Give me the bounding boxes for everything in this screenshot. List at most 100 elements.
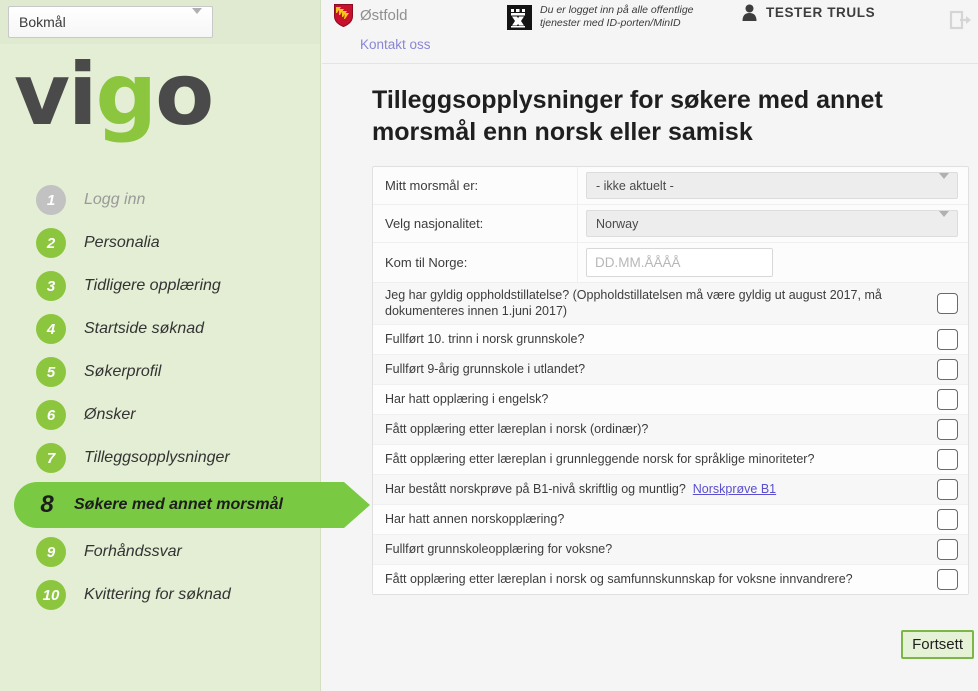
idporten-notice: Du er logget inn på alle offentlige tjen… [507,4,742,30]
contact-row: Kontakt oss [322,36,978,52]
sidebar-item-personalia[interactable]: 2 Personalia [0,224,320,262]
question-checkbox[interactable] [937,388,958,410]
application-window: Bokmål vigo 1 Logg inn 2 Personalia 3 Ti… [0,0,978,691]
sidebar-item-sokerprofil[interactable]: 5 Søkerprofil [0,353,320,391]
sidebar-item-tilleggsopplysninger[interactable]: 7 Tilleggsopplysninger [0,439,320,477]
county-brand: Østfold [322,4,507,28]
table-row: Har bestått norskprøve på B1-nivå skrift… [373,474,968,505]
idporten-line-1: Du er logget inn på alle offentlige [540,4,694,16]
logout-icon[interactable] [948,8,972,32]
vigo-logo[interactable]: vigo [0,44,320,170]
language-bar: Bokmål [0,0,320,44]
shield-coat-of-arms-icon [334,4,353,28]
sidebar-item-tidligere-opplaering[interactable]: 3 Tidligere opplæring [0,267,320,305]
step-number: 3 [36,271,66,301]
sidebar-item-label: Tilleggsopplysninger [84,449,230,466]
select-value: Norway [596,216,639,231]
idporten-text: Du er logget inn på alle offentlige tjen… [540,4,694,30]
question-text: Fått opplæring etter læreplan i grunnleg… [385,451,815,466]
idporten-line-2: tjenester med ID-porten/MinID [540,17,681,30]
sidebar-item-logg-inn[interactable]: 1 Logg inn [0,181,320,219]
main-content: Østfold Du er logget inn på alle offentl… [322,0,978,691]
question-checkbox[interactable] [937,358,958,380]
logo-text-o: o [155,45,214,145]
form-label: Mitt morsmål er: [373,167,578,204]
person-icon [742,4,757,21]
nationality-select[interactable]: Norway [586,210,958,237]
question-text: Har bestått norskprøve på B1-nivå skrift… [385,481,686,496]
form-control [578,243,968,282]
arrival-date-input[interactable] [586,248,773,277]
table-row: Har hatt opplæring i engelsk? [373,384,968,415]
sidebar-item-label: Forhåndssvar [84,543,182,560]
sidebar-item-label: Logg inn [84,191,146,208]
sidebar-item-sokere-med-annet-morsmal[interactable]: 8 Søkere med annet morsmål [14,482,370,528]
language-select[interactable]: Bokmål [8,6,213,38]
question-checkbox[interactable] [937,418,958,440]
question-text: Jeg har gyldig oppholdstillatelse? (Opph… [385,288,882,319]
logo-text-g: g [95,45,158,145]
step-number: 7 [36,443,66,473]
step-number: 6 [36,400,66,430]
top-bar: Østfold Du er logget inn på alle offentl… [322,0,978,64]
sidebar-item-label: Personalia [84,234,160,251]
contact-link[interactable]: Kontakt oss [360,37,431,52]
chevron-down-icon [939,172,949,193]
table-row: Fullført 9-årig grunnskole i utlandet? [373,354,968,385]
sidebar-nav: 1 Logg inn 2 Personalia 3 Tidligere oppl… [0,170,370,614]
sidebar-item-kvittering-for-soknad[interactable]: 10 Kvittering for søknad [0,576,320,614]
sidebar-item-label: Kvittering for søknad [84,586,231,603]
mother-tongue-select[interactable]: - ikke aktuelt - [586,172,958,199]
sidebar-item-label: Søkere med annet morsmål [74,496,283,513]
sidebar-item-label: Startside søknad [84,320,205,337]
step-number: 8 [40,491,54,518]
user-account[interactable]: TESTER TRULS [742,4,978,21]
question-checkbox[interactable] [937,448,958,470]
user-name: TESTER TRULS [766,5,876,20]
logo-wordmark: vigo [14,52,320,138]
sidebar-item-label: Søkerprofil [84,363,162,380]
table-row: Jeg har gyldig oppholdstillatelse? (Opph… [373,283,968,325]
sidebar-item-label: Tidligere opplæring [84,277,221,294]
form-control: Norway [578,205,968,242]
select-value: - ikke aktuelt - [596,178,674,193]
page-title: Tilleggsopplysninger for søkere med anne… [372,86,883,146]
sidebar: Bokmål vigo 1 Logg inn 2 Personalia 3 Ti… [0,0,370,691]
table-row: Fullført grunnskoleopplæring for voksne? [373,534,968,565]
form-panel: Mitt morsmål er: - ikke aktuelt - Velg n… [372,166,969,595]
step-number: 4 [36,314,66,344]
question-text: Fullført 10. trinn i norsk grunnskole? [385,331,585,346]
question-text: Fullført grunnskoleopplæring for voksne? [385,541,613,556]
form-row-mother-tongue: Mitt morsmål er: - ikke aktuelt - [373,167,968,205]
sidebar-item-startside-soknad[interactable]: 4 Startside søknad [0,310,320,348]
form-control: - ikke aktuelt - [578,167,968,204]
chevron-down-icon [192,8,202,30]
question-text-with-link: Har bestått norskprøve på B1-nivå skrift… [385,481,937,497]
table-row: Har hatt annen norskopplæring? [373,504,968,535]
question-text: Fått opplæring etter læreplan i norsk (o… [385,421,649,436]
sidebar-item-forhandssvar[interactable]: 9 Forhåndssvar [0,533,320,571]
question-checkbox[interactable] [937,478,958,500]
county-name: Østfold [360,7,408,24]
form-label: Kom til Norge: [373,243,578,282]
norskprove-b1-link[interactable]: Norskprøve B1 [693,482,776,496]
question-text: Fått opplæring etter læreplan i norsk og… [385,571,853,586]
question-checkbox[interactable] [937,538,958,560]
chevron-down-icon [939,210,949,231]
step-number: 1 [36,185,66,215]
question-text: Har hatt annen norskopplæring? [385,511,565,526]
question-checkbox[interactable] [937,292,958,314]
question-checkbox[interactable] [937,328,958,350]
continue-button[interactable]: Fortsett [901,630,974,659]
step-number: 10 [36,580,66,610]
form-row-nationality: Velg nasjonalitet: Norway [373,205,968,243]
sidebar-item-label: Ønsker [84,406,136,423]
logo-text-vi: vi [14,45,98,145]
sidebar-item-onsker[interactable]: 6 Ønsker [0,396,320,434]
language-select-value: Bokmål [19,14,66,30]
question-checkbox[interactable] [937,568,958,590]
question-text: Har hatt opplæring i engelsk? [385,391,549,406]
idporten-fortress-icon [507,4,532,30]
table-row: Fått opplæring etter læreplan i grunnleg… [373,444,968,475]
question-checkbox[interactable] [937,508,958,530]
